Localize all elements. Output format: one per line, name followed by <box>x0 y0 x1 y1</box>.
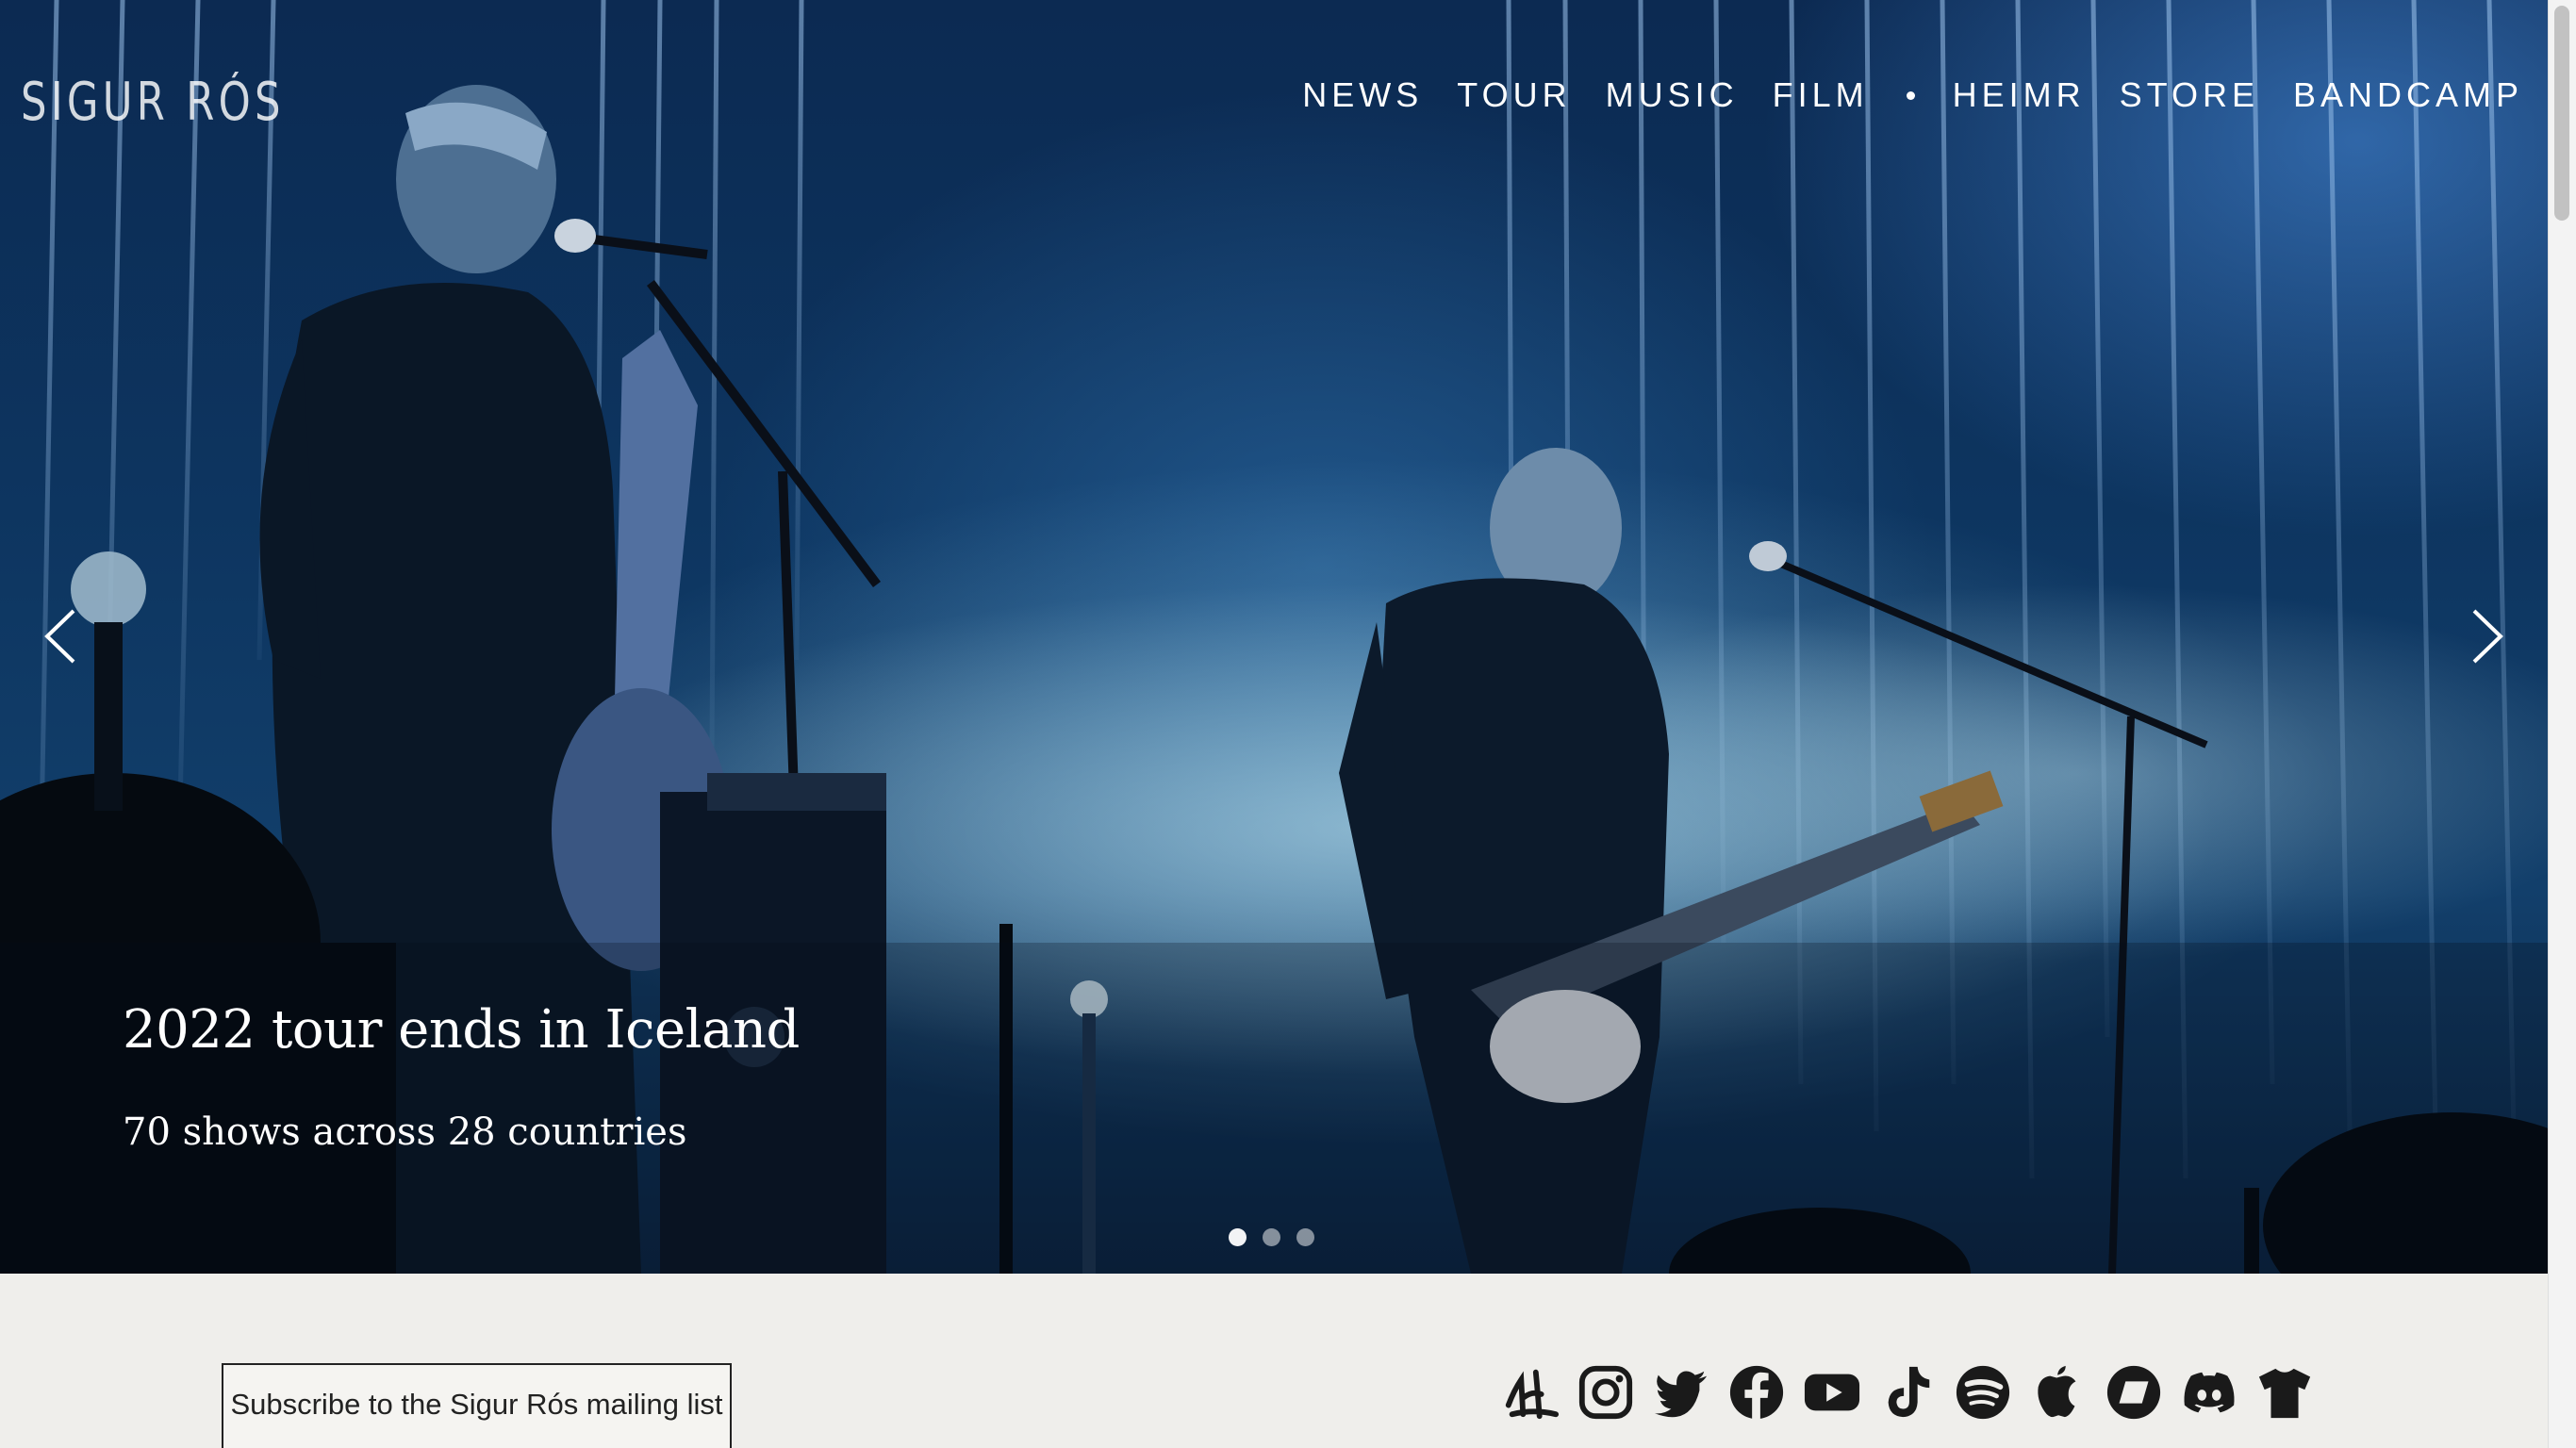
instagram-icon[interactable] <box>1575 1361 1637 1423</box>
nav-store[interactable]: STORE <box>2120 75 2259 115</box>
spotify-icon[interactable] <box>1952 1361 2014 1423</box>
slide-title[interactable]: 2022 tour ends in Iceland <box>123 999 800 1061</box>
chevron-left-icon <box>44 609 75 664</box>
nav-separator-dot <box>1906 90 1915 100</box>
subscribe-button[interactable]: Subscribe to the Sigur Rós mailing list <box>222 1363 732 1448</box>
bandcamp-icon[interactable] <box>2103 1361 2165 1423</box>
scrollbar-thumb[interactable] <box>2554 6 2569 221</box>
heimr-icon[interactable] <box>1499 1361 1561 1423</box>
social-links <box>1499 1361 2329 1423</box>
carousel-dot-1[interactable] <box>1229 1228 1247 1246</box>
page-scrollbar[interactable] <box>2548 0 2576 1448</box>
nav-heimr[interactable]: HEIMR <box>1953 75 2086 115</box>
slide-subtitle: 70 shows across 28 countries <box>123 1111 687 1154</box>
hero-carousel: SIGUR RÓS NEWS TOUR MUSIC FILM HEIMR STO… <box>0 0 2548 1274</box>
nav-bandcamp[interactable]: BANDCAMP <box>2293 75 2523 115</box>
tshirt-icon[interactable] <box>2254 1361 2316 1423</box>
chevron-right-icon <box>2472 609 2503 664</box>
nav-music[interactable]: MUSIC <box>1606 75 1739 115</box>
twitter-icon[interactable] <box>1650 1361 1712 1423</box>
apple-icon[interactable] <box>2027 1361 2089 1423</box>
nav-news[interactable]: NEWS <box>1302 75 1423 115</box>
carousel-dot-3[interactable] <box>1296 1228 1314 1246</box>
site-logo[interactable]: SIGUR RÓS <box>21 72 285 133</box>
carousel-indicators <box>1229 1228 1314 1246</box>
main-nav: NEWS TOUR MUSIC FILM HEIMR STORE BANDCAM… <box>1268 75 2523 115</box>
tiktok-icon[interactable] <box>1876 1361 1939 1423</box>
carousel-next-button[interactable] <box>2465 603 2512 669</box>
youtube-icon[interactable] <box>1801 1361 1863 1423</box>
page: SIGUR RÓS NEWS TOUR MUSIC FILM HEIMR STO… <box>0 0 2576 1448</box>
discord-icon[interactable] <box>2178 1361 2240 1423</box>
nav-tour[interactable]: TOUR <box>1457 75 1571 115</box>
facebook-icon[interactable] <box>1726 1361 1788 1423</box>
hero-photo <box>0 0 2548 1274</box>
nav-film[interactable]: FILM <box>1773 75 1869 115</box>
carousel-dot-2[interactable] <box>1263 1228 1280 1246</box>
carousel-prev-button[interactable] <box>36 603 83 669</box>
